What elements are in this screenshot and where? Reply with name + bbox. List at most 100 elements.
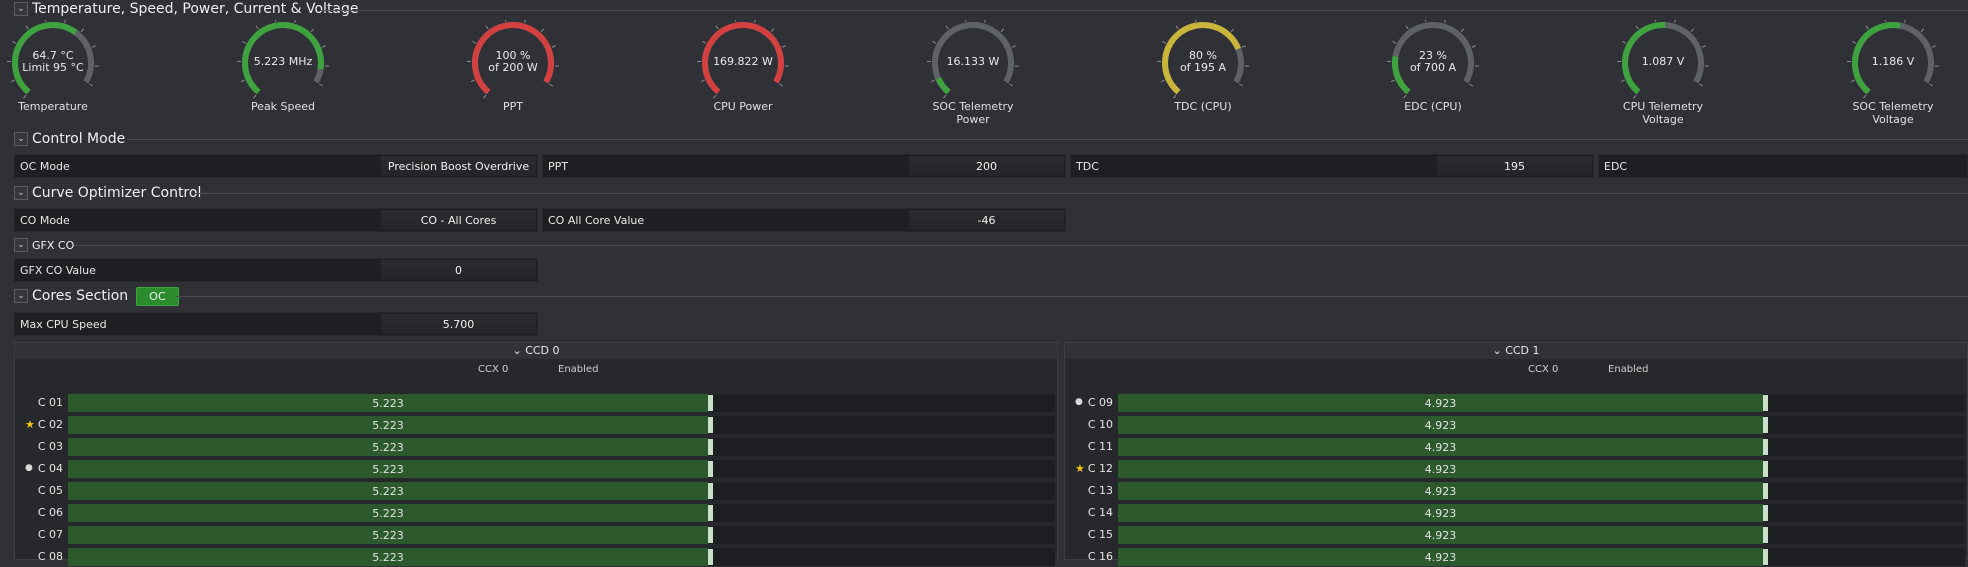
core-speed-bar[interactable]: 4.923: [1118, 504, 1965, 522]
chevron-down-icon[interactable]: ⌄: [14, 238, 28, 252]
gauge-tick: [253, 95, 256, 98]
max-cpu-speed-field[interactable]: Max CPU Speed 5.700: [14, 312, 538, 336]
oc-mode-value[interactable]: Precision Boost Overdrive: [381, 156, 536, 176]
gauge-label: SOC TelemetryPower: [918, 100, 1028, 126]
tdc-field[interactable]: TDC 195: [1070, 154, 1594, 178]
core-speed-handle[interactable]: [708, 395, 713, 411]
section-cores-header[interactable]: ⌄ Cores Section OC: [14, 288, 179, 304]
oc-mode-field[interactable]: OC Mode Precision Boost Overdrive: [14, 154, 538, 178]
core-speed-bar[interactable]: 5.223: [68, 438, 1055, 456]
section-control-header[interactable]: ⌄ Control Mode: [14, 131, 125, 147]
gauge-value: 16.133 W: [918, 56, 1028, 68]
core-speed-handle[interactable]: [708, 505, 713, 521]
gauge-tick: [1863, 95, 1866, 98]
section-gfx-header[interactable]: ⌄ GFX CO: [14, 237, 74, 253]
gauge: 1.087 VCPU TelemetryVoltage: [1608, 20, 1718, 126]
gauge-tick: [1195, 20, 1196, 22]
core-speed-bar[interactable]: 4.923: [1118, 460, 1965, 478]
ccd-title-bar[interactable]: ⌄ CCD 1: [1065, 343, 1967, 359]
core-speed-bar[interactable]: 5.223: [68, 504, 1055, 522]
ccd-panel: ⌄ CCD 1CCX 0Enabled●C 094.923C 104.923C …: [1064, 342, 1968, 560]
core-speed-bar[interactable]: 4.923: [1118, 482, 1965, 500]
gauge: 16.133 W SOC TelemetryPower: [918, 20, 1028, 126]
co-mode-value[interactable]: CO - All Cores: [381, 210, 536, 230]
core-speed-handle[interactable]: [708, 483, 713, 499]
core-speed-bar[interactable]: 5.223: [68, 526, 1055, 544]
core-speed-handle[interactable]: [1763, 417, 1768, 433]
co-all-core-field[interactable]: CO All Core Value -46: [542, 208, 1066, 232]
core-speed-handle[interactable]: [708, 439, 713, 455]
gauge-value-main: 5.223 MHz: [228, 56, 338, 68]
gauge-tick: [322, 46, 326, 47]
gauge-label: EDC (CPU): [1378, 100, 1488, 113]
chevron-down-icon[interactable]: ⌄: [512, 344, 525, 357]
gfx-co-value[interactable]: 0: [381, 260, 536, 280]
core-speed-bar[interactable]: 4.923: [1118, 438, 1965, 456]
gauge-tick: [716, 26, 718, 29]
gauge-tick: [541, 29, 544, 32]
core-speed-value: 4.923: [1118, 419, 1763, 432]
core-speed-handle[interactable]: [708, 527, 713, 543]
core-speed-handle[interactable]: [1763, 505, 1768, 521]
edc-field[interactable]: EDC: [1598, 154, 1968, 178]
core-speed-bar[interactable]: 5.223: [68, 460, 1055, 478]
gauge-label-line: Temperature: [0, 100, 108, 113]
gauge-tick: [549, 84, 552, 86]
core-row: ●C 045.223: [15, 459, 1057, 479]
core-speed-bar[interactable]: 5.223: [68, 416, 1055, 434]
section-title: Curve Optimizer Control: [32, 185, 201, 201]
ccx-status: Enabled: [558, 364, 598, 375]
max-cpu-speed-value[interactable]: 5.700: [381, 314, 536, 334]
gauge-value-main: 1.186 V: [1838, 56, 1948, 68]
gauge-label: Peak Speed: [228, 100, 338, 113]
gauge-tick: [1469, 84, 1472, 86]
section-title: GFX CO: [32, 239, 74, 252]
chevron-down-icon[interactable]: ⌄: [14, 186, 28, 200]
oc-badge[interactable]: OC: [136, 287, 178, 306]
chevron-down-icon[interactable]: ⌄: [1492, 344, 1505, 357]
ppt-value[interactable]: 200: [909, 156, 1064, 176]
ppt-field[interactable]: PPT 200: [542, 154, 1066, 178]
core-speed-handle[interactable]: [1763, 549, 1768, 565]
chevron-down-icon[interactable]: ⌄: [14, 132, 28, 146]
core-speed-handle[interactable]: [708, 461, 713, 477]
core-speed-value: 5.223: [68, 397, 708, 410]
gauge-value: 64.7 °CLimit 95 °C: [0, 50, 108, 74]
core-row: C 015.223: [15, 393, 1057, 413]
ccd-title-bar[interactable]: ⌄ CCD 0: [15, 343, 1057, 359]
co-mode-field[interactable]: CO Mode CO - All Cores: [14, 208, 538, 232]
core-speed-bar[interactable]: 4.923: [1118, 394, 1965, 412]
gfx-co-field[interactable]: GFX CO Value 0: [14, 258, 538, 282]
tdc-value[interactable]: 195: [1437, 156, 1592, 176]
gauge-tick: [1406, 26, 1408, 29]
gauge-tick: [472, 41, 476, 43]
core-speed-bar[interactable]: 5.223: [68, 548, 1055, 566]
chevron-down-icon[interactable]: ⌄: [14, 289, 28, 303]
core-speed-bar[interactable]: 5.223: [68, 394, 1055, 412]
section-title: Temperature, Speed, Power, Current & Vol…: [32, 1, 359, 17]
core-speed-handle[interactable]: [1763, 439, 1768, 455]
gauge-tick: [319, 84, 322, 86]
core-name: C 05: [15, 484, 63, 497]
co-all-core-value[interactable]: -46: [909, 210, 1064, 230]
core-speed-bar[interactable]: 4.923: [1118, 548, 1965, 566]
core-row: C 065.223: [15, 503, 1057, 523]
core-row: ★C 025.223: [15, 415, 1057, 435]
core-speed-handle[interactable]: [1763, 395, 1768, 411]
core-speed-bar[interactable]: 4.923: [1118, 526, 1965, 544]
core-speed-handle[interactable]: [1763, 483, 1768, 499]
chevron-down-icon[interactable]: ⌄: [14, 2, 28, 16]
core-row: C 05 5.223: [15, 481, 1057, 501]
gauge-tick: [1633, 95, 1636, 98]
gauge: 80 %of 195 ATDC (CPU): [1148, 20, 1258, 113]
core-speed-handle[interactable]: [1763, 527, 1768, 543]
gauge-tick: [295, 20, 296, 23]
core-speed-handle[interactable]: [1763, 461, 1768, 477]
core-speed-bar[interactable]: 5.223: [68, 482, 1055, 500]
core-speed-handle[interactable]: [708, 417, 713, 433]
section-curve-header[interactable]: ⌄ Curve Optimizer Control: [14, 185, 201, 201]
core-speed-handle[interactable]: [708, 549, 713, 565]
gauge-tick: [311, 29, 314, 32]
section-temperature-header[interactable]: ⌄ Temperature, Speed, Power, Current & V…: [14, 1, 359, 17]
core-speed-bar[interactable]: 4.923: [1118, 416, 1965, 434]
